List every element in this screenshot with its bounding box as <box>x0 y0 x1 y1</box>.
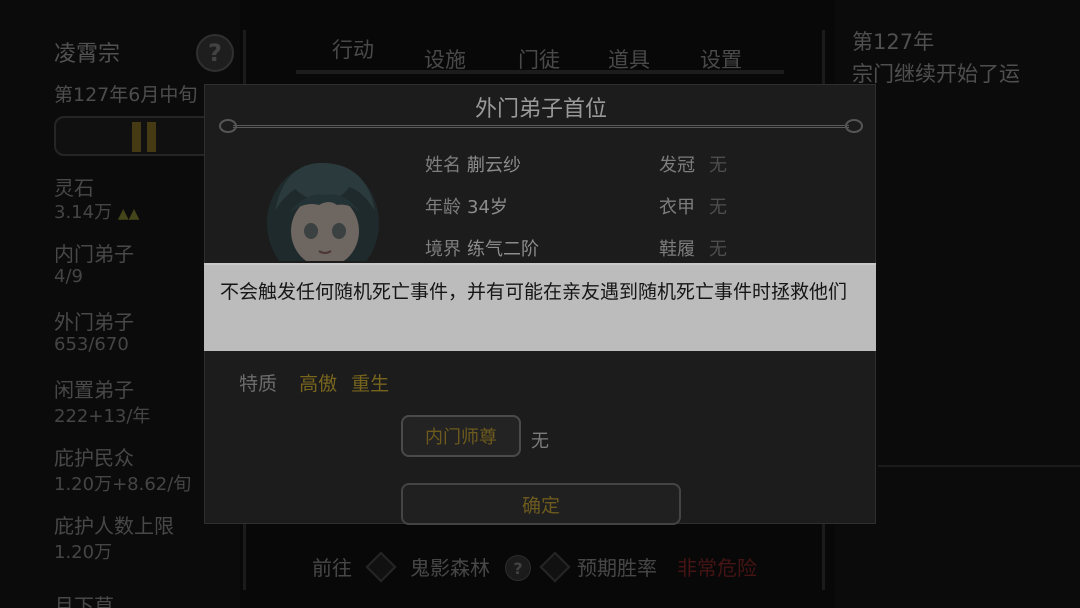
info-realm: 境界 练气二阶 <box>425 239 539 260</box>
trait-tooltip: 不会触发任何随机死亡事件，并有可能在亲友遇到随机死亡事件时拯救他们 <box>204 263 876 351</box>
trait-proud[interactable]: 高傲 <box>299 373 337 395</box>
traits-label: 特质 <box>239 373 278 395</box>
title-divider <box>233 125 849 128</box>
modal-title: 外门弟子首位 <box>474 97 607 122</box>
scroll-ornament-icon <box>845 119 863 133</box>
tooltip-text: 不会触发任何随机死亡事件，并有可能在亲友遇到随机死亡事件时拯救他们 <box>220 281 848 303</box>
disciple-portrait <box>245 151 395 261</box>
inner-master-value: 无 <box>531 431 549 452</box>
traits-row: 特质 高傲 重生 <box>239 369 389 396</box>
inner-master-button[interactable]: 内门师尊 <box>401 415 521 457</box>
info-age: 年龄 34岁 <box>425 197 508 218</box>
confirm-button[interactable]: 确定 <box>401 483 681 525</box>
equip-headwear[interactable]: 发冠无 <box>659 151 727 177</box>
trait-reborn[interactable]: 重生 <box>351 373 389 395</box>
equip-shoes[interactable]: 鞋履无 <box>659 235 727 261</box>
equip-armor[interactable]: 衣甲无 <box>659 193 727 219</box>
info-name: 姓名 蒯云纱 <box>425 155 521 176</box>
scroll-ornament-icon <box>219 119 237 133</box>
